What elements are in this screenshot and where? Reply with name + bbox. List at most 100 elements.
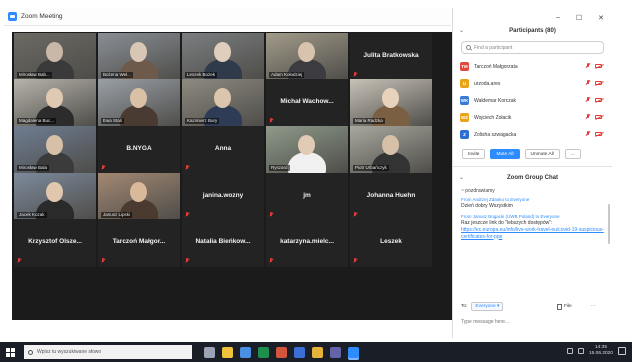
chat-header: ⌄ Zoom Group Chat [453,171,612,185]
windows-logo-icon [5,347,15,357]
participant-tile[interactable]: B.NYGA [98,126,180,174]
participant-tile[interactable]: Mirosław Bab... [14,33,96,81]
mute-all-button[interactable]: Mute All [490,149,520,159]
participants-header: ⌄ Participants (80) [453,24,612,38]
volume-icon[interactable] [577,348,584,354]
person-head [46,88,63,108]
store-icon[interactable] [240,346,251,358]
participant-row[interactable]: WZ Wojciech Zołacik [453,109,612,126]
person-head [382,88,399,108]
participant-tile[interactable]: Janusz Lipski [98,173,180,221]
muted-mic-icon [353,212,358,218]
participant-tile[interactable]: Anna [182,126,264,174]
participant-tile[interactable]: Leszek Bożek [182,33,264,81]
participant-name: Leszek [380,238,402,245]
participant-tile[interactable]: Ryszard [266,126,348,174]
participant-tile[interactable]: Tarczoń Małgor... [98,219,180,267]
more-options-button[interactable]: ... [564,149,581,159]
participant-search-input[interactable]: Find a participant [474,45,512,51]
minimize-icon[interactable]: – [556,14,560,22]
muted-mic-icon [185,165,190,171]
muted-mic-icon [586,131,590,137]
participant-name: Krzysztof Olsze... [28,238,82,245]
chrome-icon[interactable] [312,346,323,358]
participant-tile[interactable]: janina.wozny [182,173,264,221]
participant-row-name: Tarczoń Małgorzata [474,63,518,70]
participant-tile[interactable]: Michał Wachow... [266,79,348,127]
chat-message-text: Raz jeszcze link do "lebszych dostępów": [461,220,553,226]
muted-mic-icon [185,212,190,218]
participant-row-name: Wojciech Zołacik [474,114,512,121]
video-off-icon [595,64,602,68]
muted-mic-icon [101,258,106,264]
participant-row[interactable]: WK Waldemar Korczak [453,92,612,109]
zoom-icon[interactable] [348,346,359,358]
participant-name: B.NYGA [126,145,152,152]
chevron-down-icon[interactable]: ⌄ [459,174,464,181]
person-head [298,135,315,155]
chat-recipient-dropdown[interactable]: Everyone ▾ [471,302,504,311]
system-tray: 14:35 15.06.2020 [566,345,626,357]
participant-tile[interactable]: katarzyna.mielc... [266,219,348,267]
taskbar-search-input[interactable]: Wpisz tu wyszukiwane słowo [37,349,101,355]
participant-tile[interactable]: Natalia Bieńkow... [182,219,264,267]
participant-row-name: urzoda.ares [474,80,501,87]
participant-name-tag: Kazimierz Bury [185,118,220,124]
maximize-icon[interactable]: ☐ [576,14,582,22]
participant-tile[interactable]: Jacek Kozak [14,173,96,221]
taskbar-search[interactable]: Wpisz tu wyszukiwane słowo [24,345,192,359]
chat-scrollbar[interactable] [608,204,610,244]
task-view-icon[interactable] [204,346,215,358]
participant-row[interactable]: TM Tarczoń Małgorzata [453,58,612,75]
participant-tile[interactable]: Mirosław Bala [14,126,96,174]
word-icon[interactable] [294,346,305,358]
participant-row-name: Zolisha szwagacka [474,131,517,138]
taskbar-clock[interactable]: 14:35 15.06.2020 [589,345,613,357]
chevron-down-icon[interactable]: ⌄ [459,27,464,34]
participant-name: Julita Bratkowska [363,52,419,59]
unmute-all-button[interactable]: Unmute All [524,149,560,159]
notification-icon[interactable] [618,347,626,355]
participant-tile[interactable]: Maria Radzka [350,79,432,127]
file-button[interactable]: File [557,303,572,310]
person-head [46,135,63,155]
powerpoint-icon[interactable] [276,346,287,358]
participant-row[interactable]: Uurzoda.ares [453,75,612,92]
person-head [46,42,63,62]
participant-name-tag: Piotr Urbańczyk [353,165,389,171]
clock-date: 15.06.2020 [588,351,613,356]
avatar: WK [460,96,469,105]
participant-tile[interactable]: Leszek [350,219,432,267]
avatar: WZ [460,113,469,122]
participant-name-tag: Mirosław Bala [17,165,50,171]
file-explorer-icon[interactable] [222,346,233,358]
video-off-icon [595,132,602,136]
invite-button[interactable]: Invite [462,149,486,159]
participant-row[interactable]: Z Zolisha szwagacka [453,126,612,143]
start-button[interactable] [0,342,20,362]
participant-tile[interactable]: Bożena Wel... [98,33,180,81]
chat-more-icon[interactable]: ··· [591,304,596,309]
participant-search[interactable]: Find a participant [461,41,604,54]
video-off-icon [595,81,602,85]
participant-tile[interactable]: Adam Kołodziej [266,33,348,81]
participant-name-tag: Bożena Wel... [101,72,133,78]
participant-tile[interactable]: Julita Bratkowska [350,33,432,81]
participant-tile[interactable]: Ewa Staś [98,79,180,127]
participant-row-name: Waldemar Korczak [474,97,517,104]
person-head [214,42,231,62]
chat-message-link[interactable]: https://ec.europa.eu/info/live-work-trav… [461,227,604,240]
participant-tile[interactable]: Piotr Urbańczyk [350,126,432,174]
participant-name: jm [303,192,311,199]
participant-tile[interactable]: Krzysztof Olsze... [14,219,96,267]
participant-tile[interactable]: Johanna Huehn [350,173,432,221]
chat-message-input[interactable] [461,315,605,329]
close-icon[interactable]: ✕ [598,14,604,22]
chat-messages: ~ pozdrawiamy From Andrzej Zdanko to Eve… [453,185,612,240]
network-icon[interactable] [566,348,573,354]
excel-icon[interactable] [258,346,269,358]
participant-tile[interactable]: jm [266,173,348,221]
participant-tile[interactable]: Kazimierz Bury [182,79,264,127]
participant-tile[interactable]: Magdalena Buc... [14,79,96,127]
teams-icon[interactable] [330,346,341,358]
